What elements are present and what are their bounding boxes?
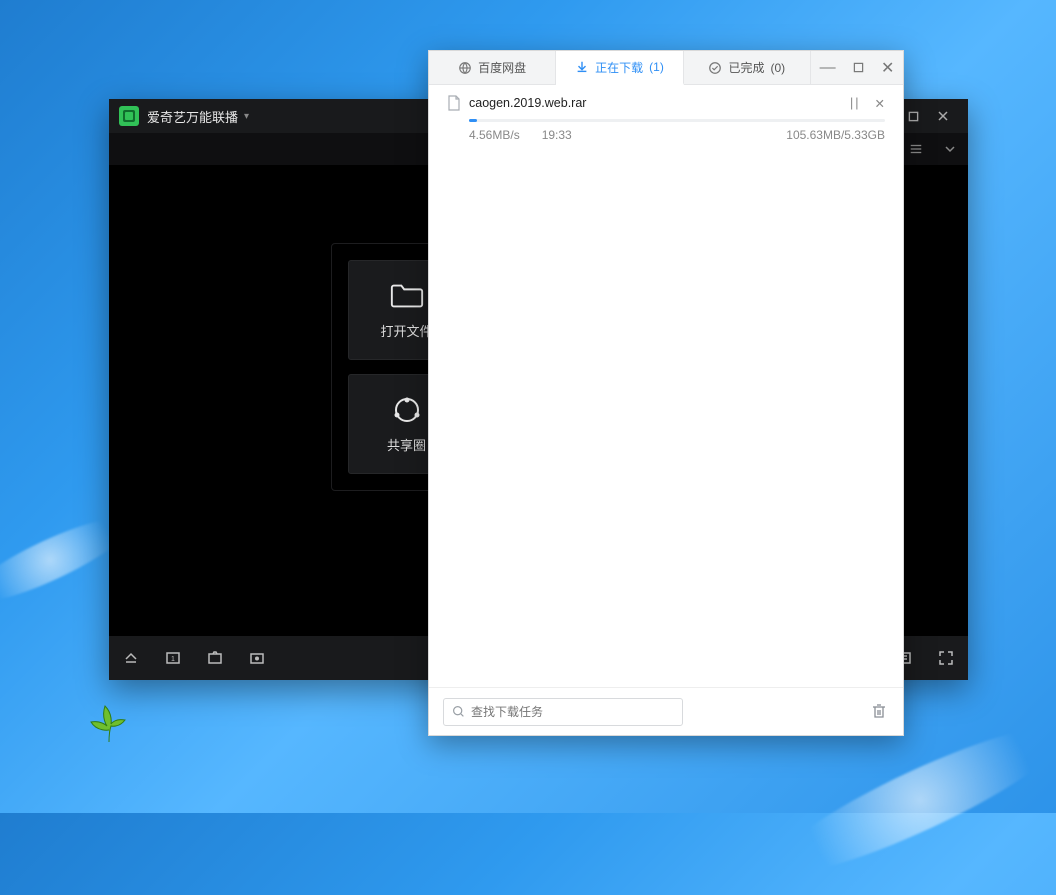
tab-done-count: (0) [770,61,785,75]
minimize-button[interactable]: — [820,64,836,72]
share-ring-icon [389,395,425,425]
tab-downloading[interactable]: 正在下载 (1) [556,51,683,85]
aspect-ratio-icon[interactable]: 1 [163,648,183,668]
search-icon [452,705,465,718]
download-file-name: caogen.2019.web.rar [469,96,586,110]
iqiyi-logo-icon [119,106,139,126]
svg-text:1: 1 [171,656,175,663]
download-item[interactable]: caogen.2019.web.rar || ✕ 4.56MB/s 19:33 … [429,85,903,150]
eject-icon[interactable] [121,648,141,668]
download-speed: 4.56MB/s [469,128,520,142]
fullscreen-icon[interactable] [936,648,956,668]
tab-downloading-label: 正在下载 [595,59,643,76]
chevron-down-icon[interactable]: ▾ [244,111,249,122]
close-button[interactable]: ✕ [881,58,894,78]
bdn-footer [429,687,903,735]
progress-bar [469,119,885,122]
iqiyi-app-name: 爱奇艺万能联播 [147,107,238,126]
tab-disk-label: 百度网盘 [478,59,526,76]
download-eta: 19:33 [542,128,572,142]
maximize-button[interactable] [853,60,864,76]
list-view-icon[interactable] [908,141,924,157]
search-input[interactable] [471,705,674,719]
search-box[interactable] [443,698,683,726]
bdn-tab-bar: 百度网盘 正在下载 (1) 已完成 (0) — ✕ [429,51,903,85]
file-icon [447,95,461,111]
progress-fill [469,119,477,122]
desktop-sprout-icon [86,702,132,744]
chevron-down-icon[interactable] [942,141,958,157]
screenshot-icon[interactable] [205,648,225,668]
tab-downloading-count: (1) [649,60,664,74]
close-button[interactable] [928,99,958,133]
baidu-netdisk-window: 百度网盘 正在下载 (1) 已完成 (0) — ✕ caogen.2019.web.… [428,50,904,736]
download-size: 105.63MB/5.33GB [786,128,885,142]
pause-button[interactable]: || [850,96,861,111]
trash-button[interactable] [871,703,889,721]
tab-completed[interactable]: 已完成 (0) [684,51,811,84]
record-icon[interactable] [247,648,267,668]
tab-done-label: 已完成 [728,59,764,76]
card-label: 打开文件 [380,321,432,340]
tab-disk[interactable]: 百度网盘 [429,51,556,84]
bdn-window-controls: — ✕ [811,51,903,84]
folder-icon [389,281,425,311]
cancel-button[interactable]: ✕ [875,96,885,111]
card-label: 共享圈 [387,435,426,454]
